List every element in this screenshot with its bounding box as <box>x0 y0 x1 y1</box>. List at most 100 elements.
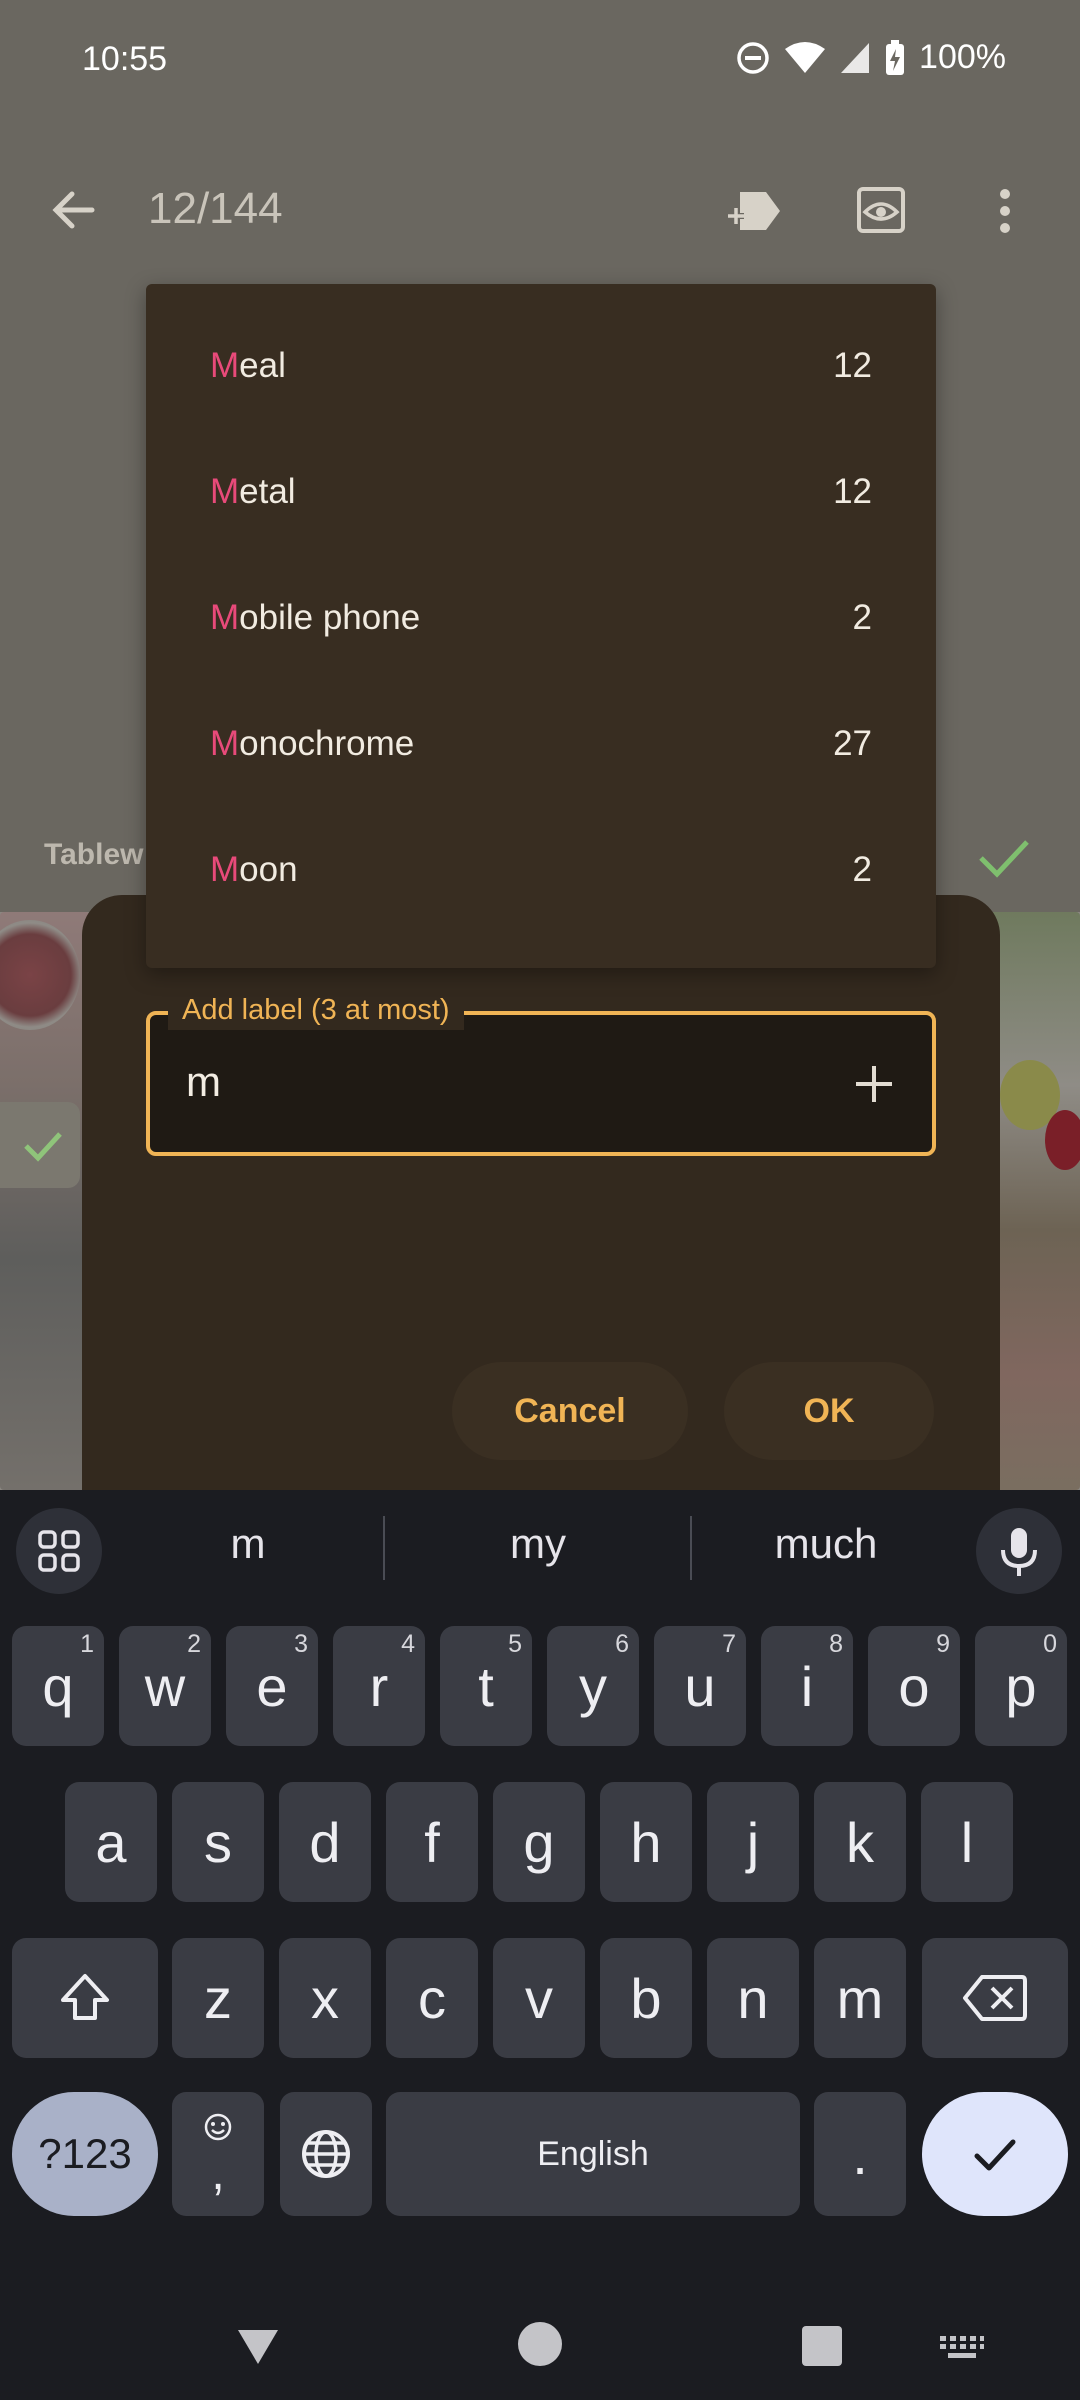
key-m[interactable]: m <box>814 1938 906 2058</box>
add-label-icon[interactable] <box>726 188 782 234</box>
shift-icon <box>61 1974 109 2020</box>
suggestion-item[interactable]: Moon 2 <box>146 808 936 934</box>
key-k[interactable]: k <box>814 1782 906 1902</box>
checkmark-icon <box>974 2139 1016 2171</box>
key-c[interactable]: c <box>386 1938 478 2058</box>
key-h[interactable]: h <box>600 1782 692 1902</box>
key-o[interactable]: o9 <box>868 1626 960 1746</box>
key-label: t <box>478 1654 494 1718</box>
back-arrow-icon[interactable] <box>46 182 102 238</box>
suggestion-name: Mobile phone <box>210 598 421 637</box>
keyboard-switch-icon[interactable] <box>938 2332 986 2362</box>
key-s[interactable]: s <box>172 1782 264 1902</box>
suggestion-item[interactable]: Meal 12 <box>146 304 936 430</box>
keyboard-apps-button[interactable] <box>16 1508 102 1594</box>
key-hint: 9 <box>936 1630 950 1658</box>
suggestion-count: 12 <box>833 346 872 385</box>
cancel-button[interactable]: Cancel <box>452 1362 688 1460</box>
shift-key[interactable] <box>12 1938 158 2058</box>
preview-icon[interactable] <box>856 186 906 234</box>
back-triangle-icon[interactable] <box>234 2326 282 2366</box>
key-t[interactable]: t5 <box>440 1626 532 1746</box>
key-hint: 5 <box>508 1630 522 1658</box>
key-hint: 6 <box>615 1630 629 1658</box>
suggestion-count: 2 <box>852 850 872 889</box>
word-suggestion[interactable]: m <box>178 1520 318 1568</box>
recents-square-icon[interactable] <box>802 2326 842 2366</box>
key-r[interactable]: r4 <box>333 1626 425 1746</box>
key-a[interactable]: a <box>65 1782 157 1902</box>
key-label: x <box>311 1966 339 2030</box>
period-key[interactable]: . <box>814 2092 906 2216</box>
divider <box>383 1516 385 1580</box>
key-label: g <box>523 1810 555 1874</box>
ok-button[interactable]: OK <box>724 1362 934 1460</box>
key-w[interactable]: w2 <box>119 1626 211 1746</box>
key-label: j <box>746 1810 760 1874</box>
key-label: b <box>630 1966 662 2030</box>
key-g[interactable]: g <box>493 1782 585 1902</box>
key-f[interactable]: f <box>386 1782 478 1902</box>
label-input-caption: Add label (3 at most) <box>168 990 464 1030</box>
symbols-key[interactable]: ?123 <box>12 2092 158 2216</box>
key-b[interactable]: b <box>600 1938 692 2058</box>
key-d[interactable]: d <box>279 1782 371 1902</box>
key-label: h <box>630 1810 662 1874</box>
key-hint: 7 <box>722 1630 736 1658</box>
key-p[interactable]: p0 <box>975 1626 1067 1746</box>
suggestion-name: Moon <box>210 850 298 889</box>
key-label: w <box>144 1654 186 1718</box>
key-u[interactable]: u7 <box>654 1626 746 1746</box>
photo-detail <box>1045 1110 1080 1170</box>
suggestion-name: Monochrome <box>210 724 415 763</box>
key-e[interactable]: e3 <box>226 1626 318 1746</box>
key-hint: 4 <box>401 1630 415 1658</box>
key-label: a <box>95 1810 127 1874</box>
language-key[interactable] <box>280 2092 372 2216</box>
key-y[interactable]: y6 <box>547 1626 639 1746</box>
key-label: e <box>256 1654 288 1718</box>
key-label: k <box>846 1810 874 1874</box>
top-app-bar: 12/144 <box>0 160 1080 260</box>
key-l[interactable]: l <box>921 1782 1013 1902</box>
key-label: d <box>309 1810 341 1874</box>
key-x[interactable]: x <box>279 1938 371 2058</box>
enter-key[interactable] <box>922 2092 1068 2216</box>
comma-label: , <box>211 2147 225 2200</box>
key-label: n <box>737 1966 769 2030</box>
label-suggestions: Meal 12 Metal 12 Mobile phone 2 Monochro… <box>146 284 936 968</box>
label-input[interactable] <box>146 1011 936 1156</box>
more-options-icon[interactable] <box>990 186 1020 236</box>
image-counter: 12/144 <box>148 184 283 233</box>
space-key[interactable]: English <box>386 2092 800 2216</box>
home-circle-icon[interactable] <box>516 2320 564 2368</box>
key-q[interactable]: q1 <box>12 1626 104 1746</box>
emoji-icon <box>204 2113 232 2141</box>
suggestion-item[interactable]: Metal 12 <box>146 430 936 556</box>
key-label: l <box>960 1810 974 1874</box>
key-label: u <box>684 1654 716 1718</box>
do-not-disturb-icon <box>737 41 769 74</box>
navigation-bar <box>0 2270 1080 2400</box>
key-v[interactable]: v <box>493 1938 585 2058</box>
suggestion-strip: m my much <box>0 1490 1080 1610</box>
divider <box>690 1516 692 1580</box>
key-i[interactable]: i8 <box>761 1626 853 1746</box>
backspace-key[interactable] <box>922 1938 1068 2058</box>
plus-icon[interactable] <box>852 1062 896 1106</box>
key-j[interactable]: j <box>707 1782 799 1902</box>
word-suggestion[interactable]: much <box>736 1520 916 1568</box>
key-n[interactable]: n <box>707 1938 799 2058</box>
suggestion-item[interactable]: Mobile phone 2 <box>146 556 936 682</box>
cell-signal-icon <box>841 42 870 73</box>
emoji-comma-key[interactable]: , <box>172 2092 264 2216</box>
wifi-icon <box>785 41 826 73</box>
voice-input-button[interactable] <box>976 1508 1062 1594</box>
suggestion-item[interactable]: Monochrome 27 <box>146 682 936 808</box>
suggestion-name: Meal <box>210 346 286 385</box>
key-label: v <box>525 1966 553 2030</box>
word-suggestion[interactable]: my <box>458 1520 618 1568</box>
label-input-value[interactable]: m <box>186 1058 221 1106</box>
key-z[interactable]: z <box>172 1938 264 2058</box>
suggestion-count: 2 <box>852 598 872 637</box>
